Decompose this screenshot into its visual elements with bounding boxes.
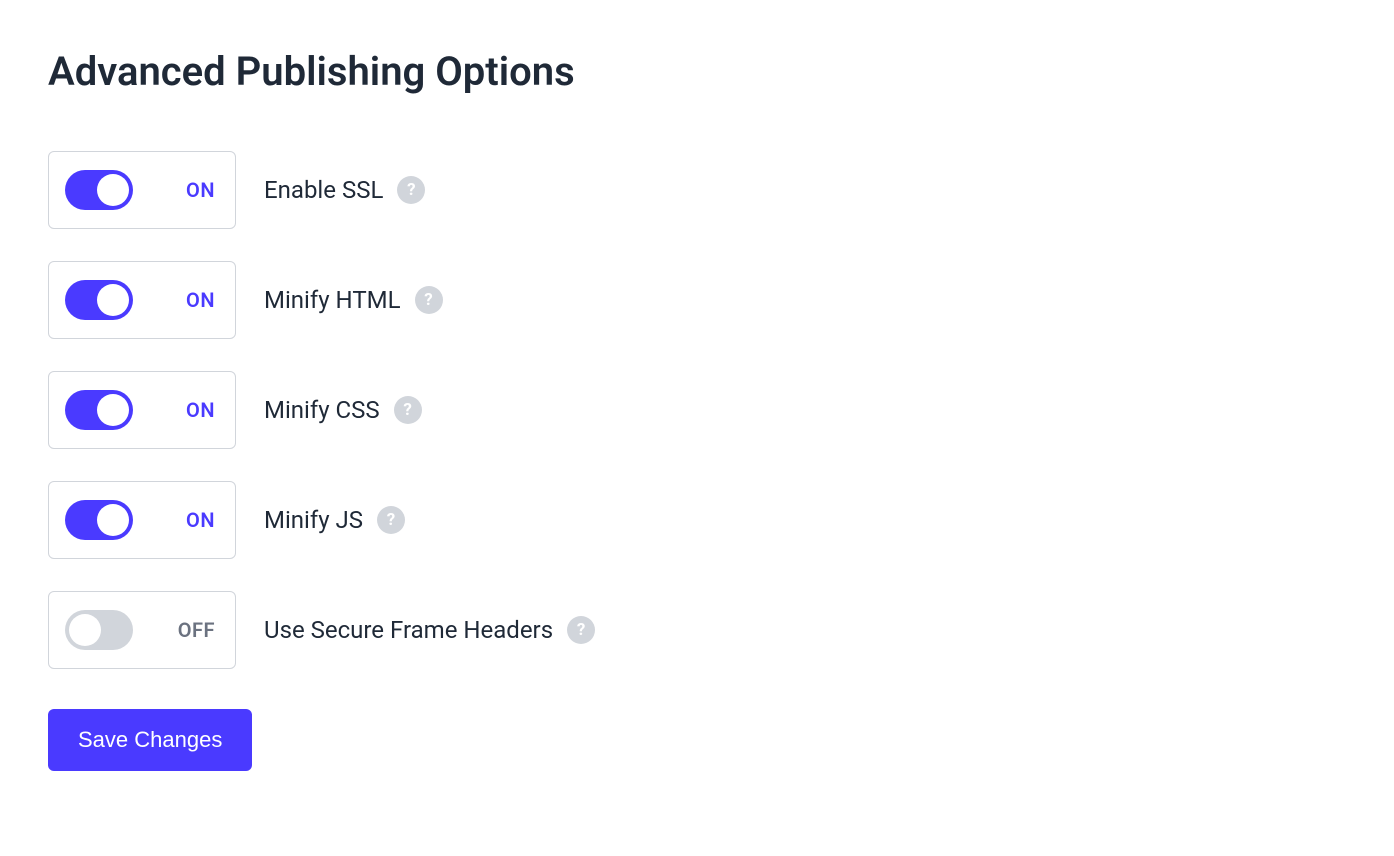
option-label: Use Secure Frame Headers [264, 616, 553, 644]
toggle-state-label: ON [186, 288, 215, 312]
help-icon[interactable]: ? [415, 286, 443, 314]
option-row-minify-html: ON Minify HTML ? [48, 261, 1346, 339]
option-label-group: Minify CSS ? [264, 396, 422, 424]
toggle-minify-css[interactable]: ON [48, 371, 236, 449]
toggle-knob [97, 394, 129, 426]
toggle-knob [97, 174, 129, 206]
help-icon[interactable]: ? [567, 616, 595, 644]
toggle-minify-html[interactable]: ON [48, 261, 236, 339]
option-label-group: Use Secure Frame Headers ? [264, 616, 595, 644]
toggle-switch [65, 390, 133, 430]
toggle-knob [69, 614, 101, 646]
option-label-group: Enable SSL ? [264, 176, 425, 204]
toggle-state-label: OFF [178, 618, 215, 642]
option-label-group: Minify HTML ? [264, 286, 443, 314]
help-icon[interactable]: ? [394, 396, 422, 424]
option-label: Minify JS [264, 506, 363, 534]
option-label-group: Minify JS ? [264, 506, 405, 534]
toggle-switch [65, 170, 133, 210]
option-row-minify-js: ON Minify JS ? [48, 481, 1346, 559]
option-row-secure-frame-headers: OFF Use Secure Frame Headers ? [48, 591, 1346, 669]
toggle-minify-js[interactable]: ON [48, 481, 236, 559]
toggle-switch [65, 500, 133, 540]
option-row-enable-ssl: ON Enable SSL ? [48, 151, 1346, 229]
options-list: ON Enable SSL ? ON Minify HTML ? ON Mini… [48, 151, 1346, 669]
option-label: Minify HTML [264, 286, 401, 314]
option-label: Enable SSL [264, 176, 383, 204]
toggle-switch [65, 610, 133, 650]
toggle-switch [65, 280, 133, 320]
toggle-secure-frame-headers[interactable]: OFF [48, 591, 236, 669]
help-icon[interactable]: ? [377, 506, 405, 534]
save-changes-button[interactable]: Save Changes [48, 709, 252, 771]
toggle-state-label: ON [186, 508, 215, 532]
page-title: Advanced Publishing Options [48, 48, 1346, 95]
option-label: Minify CSS [264, 396, 380, 424]
help-icon[interactable]: ? [397, 176, 425, 204]
toggle-knob [97, 504, 129, 536]
toggle-state-label: ON [186, 178, 215, 202]
toggle-enable-ssl[interactable]: ON [48, 151, 236, 229]
toggle-state-label: ON [186, 398, 215, 422]
option-row-minify-css: ON Minify CSS ? [48, 371, 1346, 449]
toggle-knob [97, 284, 129, 316]
